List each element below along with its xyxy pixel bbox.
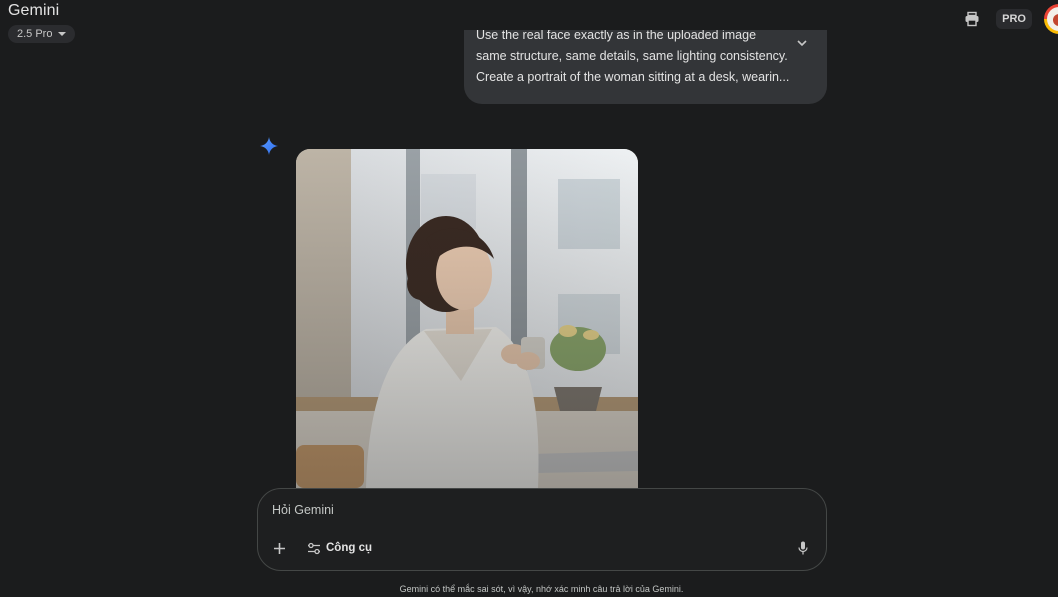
chevron-down-icon[interactable] (795, 36, 809, 50)
caret-down-icon (58, 32, 67, 36)
model-selector[interactable]: 2.5 Pro (8, 25, 76, 43)
microphone-icon (798, 541, 808, 555)
add-attachment-button[interactable] (270, 539, 288, 557)
disclaimer-text: Gemini có thể mắc sai sót, vì vậy, nhớ x… (399, 584, 684, 594)
gemini-spark-icon (260, 137, 278, 155)
avatar-image (1047, 7, 1058, 31)
tools-button[interactable]: Công cụ (307, 539, 372, 557)
gemini-app: Gemini 2.5 Pro PRO Use the real face exa… (0, 0, 1058, 597)
tools-label: Công cụ (326, 542, 372, 554)
microphone-button[interactable] (794, 539, 812, 557)
plus-icon (273, 542, 285, 554)
generated-image[interactable] (296, 149, 638, 488)
tools-sliders-icon (308, 542, 320, 554)
account-avatar[interactable] (1044, 4, 1058, 34)
top-right-controls: PRO (960, 4, 1058, 34)
user-message-line: Use the real face exactly as in the uplo… (476, 30, 757, 42)
generated-portrait-image (296, 149, 638, 488)
user-message-line: Create a portrait of the woman sitting a… (476, 70, 790, 84)
print-button[interactable] (960, 7, 984, 31)
app-brand: Gemini (8, 2, 59, 20)
print-icon (965, 11, 979, 27)
prompt-composer: Công cụ (257, 488, 827, 571)
pro-badge: PRO (996, 9, 1032, 29)
model-label: 2.5 Pro (17, 28, 53, 40)
prompt-input[interactable] (272, 503, 792, 517)
user-message-bubble: Use the real face exactly as in the uplo… (464, 30, 827, 104)
user-message-line: same structure, same details, same light… (476, 49, 788, 63)
app-title: Gemini (8, 2, 60, 19)
